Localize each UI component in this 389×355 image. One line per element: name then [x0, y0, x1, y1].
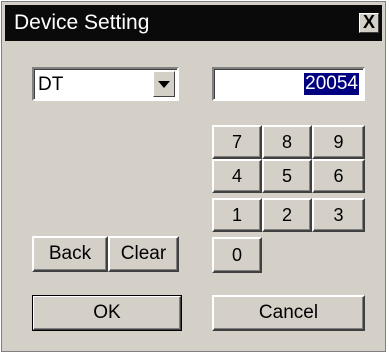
close-icon: X: [362, 12, 375, 32]
back-button[interactable]: Back: [32, 236, 108, 272]
title-bar: Device Setting X: [5, 5, 382, 41]
ok-button[interactable]: OK: [32, 295, 182, 331]
value-input-text: 20054: [304, 73, 359, 95]
device-setting-dialog: Device Setting X DT 20054 7 8 9 4 5 6 1 …: [1, 1, 386, 352]
value-input[interactable]: 20054: [212, 67, 365, 101]
key-1-button[interactable]: 1: [212, 198, 262, 232]
key-8-button[interactable]: 8: [262, 125, 312, 159]
device-select-value: DT: [38, 74, 64, 95]
key-6-button[interactable]: 6: [312, 159, 365, 193]
key-3-button[interactable]: 3: [312, 198, 365, 232]
close-button[interactable]: X: [359, 13, 379, 33]
chevron-down-icon: [158, 80, 170, 88]
cancel-button[interactable]: Cancel: [212, 295, 365, 331]
key-5-button[interactable]: 5: [262, 159, 312, 193]
dropdown-arrow-button[interactable]: [153, 71, 175, 97]
key-7-button[interactable]: 7: [212, 125, 262, 159]
device-select[interactable]: DT: [32, 67, 179, 101]
key-2-button[interactable]: 2: [262, 198, 312, 232]
clear-button[interactable]: Clear: [108, 236, 179, 272]
key-0-button[interactable]: 0: [212, 237, 262, 273]
window-title: Device Setting: [14, 11, 150, 34]
key-4-button[interactable]: 4: [212, 159, 262, 193]
key-9-button[interactable]: 9: [312, 125, 365, 159]
